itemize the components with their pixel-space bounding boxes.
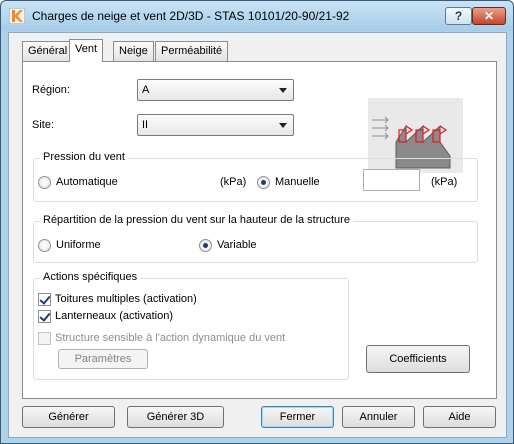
window-title: Charges de neige et vent 2D/3D - STAS 10… (32, 9, 350, 23)
tab-general[interactable]: Général (22, 41, 74, 61)
unit-right-label: (kPa) (431, 176, 458, 188)
pressure-group: Pression du vent Automatique (kPa) Manue… (33, 151, 478, 202)
help-title-button[interactable]: ? (445, 7, 472, 25)
dialog-body: Général Vent Neige Perméabilité Région: … (8, 32, 507, 438)
site-value: II (142, 119, 149, 131)
tab-vent[interactable]: Vent (69, 39, 104, 62)
multiple-roofs-label: Toitures multiples (activation) (55, 293, 197, 305)
skylights-label: Lanterneaux (activation) (55, 310, 174, 322)
close-button[interactable]: Fermer (261, 406, 334, 428)
uniform-label: Uniforme (56, 239, 101, 251)
auto-radio[interactable] (38, 176, 51, 189)
variable-radio[interactable] (199, 239, 212, 252)
unit-left-label: (kPa) (220, 176, 247, 188)
variable-label: Variable (217, 239, 257, 251)
cancel-button[interactable]: Annuler (342, 406, 415, 428)
actions-group-title: Actions spécifiques (40, 271, 141, 283)
multiple-roofs-checkbox[interactable] (38, 293, 51, 306)
tab-panel-vent: Région: A Site: II Pression du vent Auto… (22, 61, 497, 399)
distribution-group: Répartition de la pression du vent sur l… (33, 214, 478, 263)
chevron-down-icon (279, 123, 287, 128)
generate-3d-button[interactable]: Générer 3D (127, 406, 224, 428)
close-window-button[interactable]: ✕ (472, 7, 506, 25)
distribution-group-title: Répartition de la pression du vent sur l… (40, 214, 353, 226)
region-value: A (142, 84, 150, 96)
site-select[interactable]: II (137, 114, 294, 136)
manual-pressure-input[interactable] (363, 169, 420, 191)
tab-permeabilite[interactable]: Perméabilité (155, 41, 229, 61)
chevron-down-icon (279, 88, 287, 93)
tab-neige[interactable]: Neige (113, 41, 154, 61)
help-button[interactable]: Aide (423, 406, 496, 428)
dialog-window: Charges de neige et vent 2D/3D - STAS 10… (0, 0, 514, 444)
uniform-radio[interactable] (38, 239, 51, 252)
dynamic-action-label: Structure sensible à l'action dynamique … (55, 332, 286, 344)
region-select[interactable]: A (137, 79, 294, 101)
manual-radio[interactable] (257, 176, 270, 189)
manual-label: Manuelle (275, 176, 320, 188)
pressure-group-title: Pression du vent (40, 151, 128, 163)
title-bar[interactable]: Charges de neige et vent 2D/3D - STAS 10… (1, 1, 513, 31)
actions-group: Actions spécifiques Toitures multiples (… (33, 271, 349, 380)
app-logo-icon (9, 8, 25, 24)
dynamic-action-checkbox[interactable] (38, 332, 51, 345)
generate-button[interactable]: Générer (22, 406, 115, 428)
coefficients-button[interactable]: Coefficients (366, 345, 470, 373)
site-label: Site: (32, 119, 55, 131)
region-label: Région: (32, 84, 70, 96)
auto-label: Automatique (56, 176, 118, 188)
parameters-button[interactable]: Paramètres (58, 349, 148, 369)
skylights-checkbox[interactable] (38, 310, 51, 323)
